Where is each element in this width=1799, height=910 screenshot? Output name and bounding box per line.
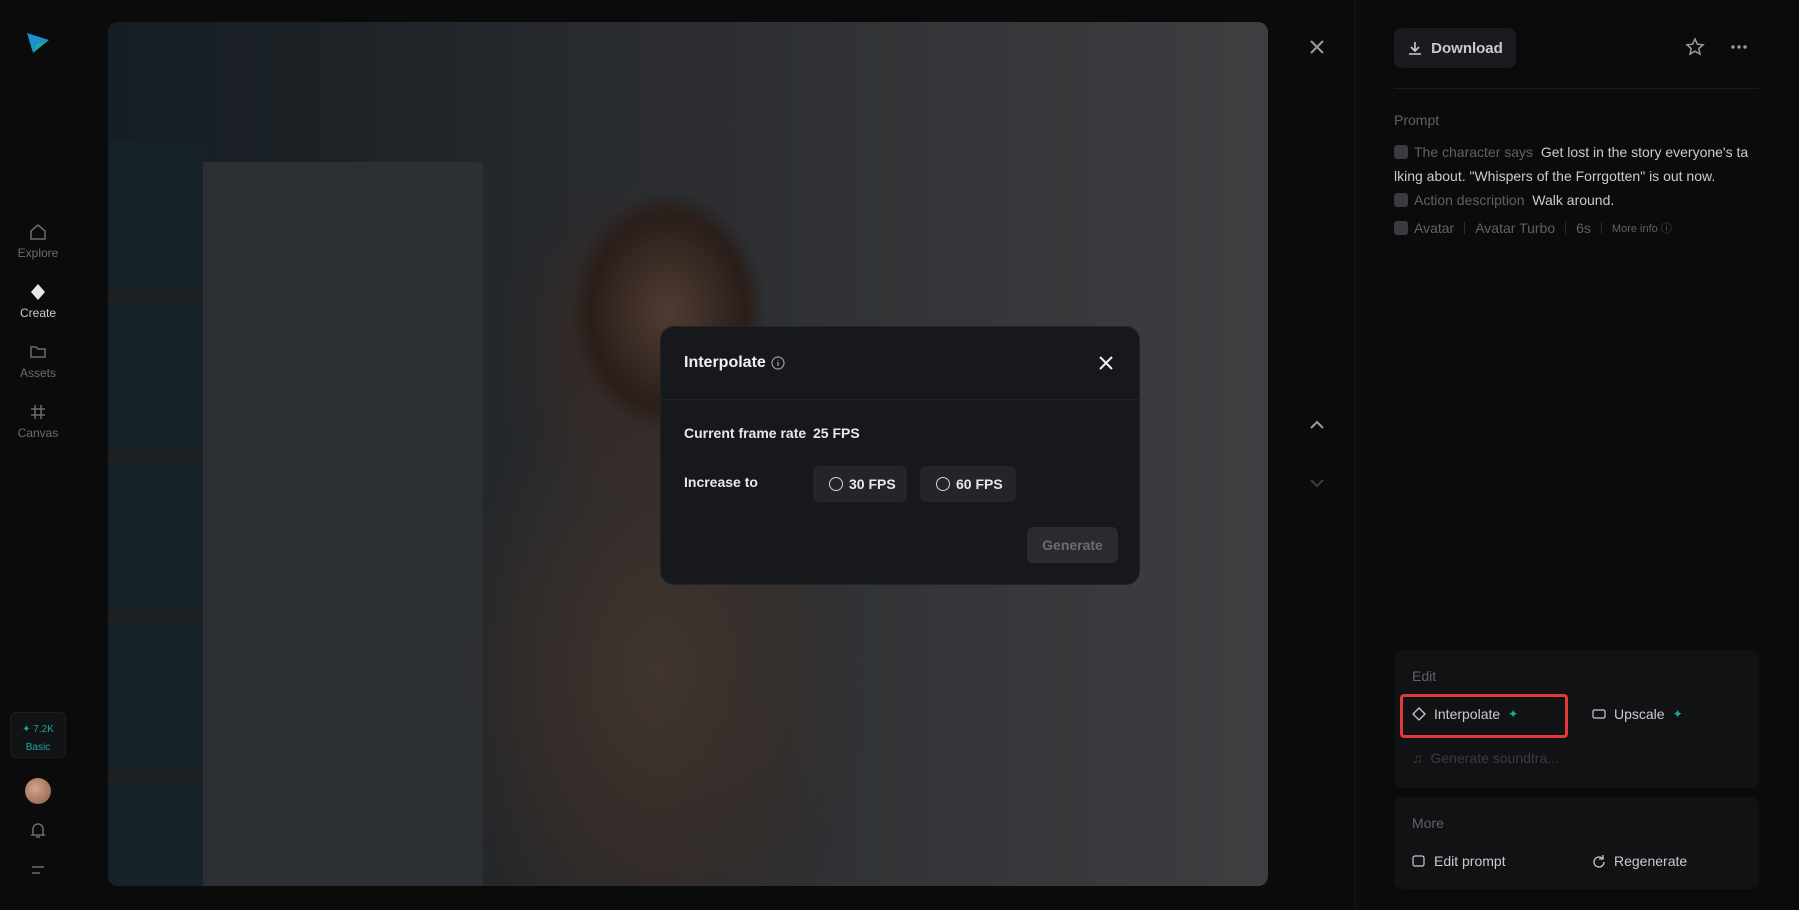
nav-assets[interactable]: Assets: [0, 342, 76, 380]
chevron-down-icon[interactable]: [1306, 472, 1328, 494]
meta-separator: [1464, 222, 1466, 234]
sparkle-icon: ✦: [1508, 707, 1519, 721]
character-says-tag: The character says: [1414, 144, 1534, 160]
edit-card: Edit Interpolate ✦ Upscale ✦ ♫ Generate …: [1394, 650, 1759, 788]
nav-assets-label: Assets: [19, 366, 56, 380]
generate-button[interactable]: Generate: [1027, 527, 1118, 563]
nav-canvas[interactable]: Canvas: [0, 402, 76, 440]
interpolate-button[interactable]: Interpolate ✦: [1412, 706, 1518, 722]
interpolate-modal: Interpolate Current frame rate 25 FPS In…: [660, 326, 1140, 585]
more-info-link[interactable]: More info ⓘ: [1612, 220, 1672, 236]
regenerate-button[interactable]: Regenerate: [1592, 853, 1687, 869]
current-frame-rate-value: 25 FPS: [813, 425, 860, 441]
bell-icon[interactable]: [28, 820, 48, 840]
app-root: Explore Create Assets Canvas ✦ 7.2K Basi…: [0, 0, 1799, 910]
action-text: Walk around.: [1532, 192, 1615, 208]
nav-create-label: Create: [19, 306, 57, 320]
radio-icon: [829, 477, 843, 491]
increase-to-label: Increase to: [684, 474, 758, 490]
prompt-body: The character says Get lost in the story…: [1394, 140, 1764, 212]
close-viewer-icon[interactable]: [1306, 36, 1328, 58]
menu-icon[interactable]: [28, 860, 48, 880]
details-panel: Download Prompt The character says Get l…: [1376, 0, 1799, 910]
nav-explore[interactable]: Explore: [0, 222, 76, 260]
fps-option-60[interactable]: 60 FPS: [920, 466, 1016, 502]
nav-explore-label: Explore: [17, 246, 59, 260]
duration: 6s: [1576, 220, 1591, 236]
model-variant: Avatar Turbo: [1475, 220, 1556, 236]
avatar[interactable]: [25, 778, 51, 804]
current-frame-rate-label: Current frame rate: [684, 425, 807, 441]
credits-amount: ✦ 7.2K: [22, 724, 54, 735]
generate-soundtrack-label: Generate soundtra...: [1430, 750, 1559, 766]
radio-icon: [936, 477, 950, 491]
more-title: More: [1412, 815, 1444, 831]
edit-prompt-button[interactable]: Edit prompt: [1412, 853, 1506, 869]
credits-badge[interactable]: ✦ 7.2K Basic: [10, 712, 66, 758]
generate-soundtrack-button[interactable]: ♫ Generate soundtra...: [1412, 750, 1559, 766]
refresh-icon: [1592, 854, 1606, 868]
model-icon: [1394, 221, 1408, 235]
chevron-up-icon[interactable]: [1306, 414, 1328, 436]
home-icon: [28, 222, 48, 242]
model-info: Avatar: [1394, 220, 1454, 236]
hd-icon: [1592, 707, 1606, 721]
character-says-icon: [1394, 145, 1408, 159]
edit-title: Edit: [1412, 668, 1437, 684]
logo-icon[interactable]: [24, 28, 52, 56]
fps-option-30[interactable]: 30 FPS: [813, 466, 907, 502]
diamond-icon: [28, 282, 48, 302]
prompt-label: Prompt: [1394, 112, 1440, 128]
download-label: Download: [1431, 39, 1503, 57]
sparkle-icon: ✦: [1672, 707, 1683, 721]
prompt-meta: Avatar Avatar Turbo 6s More info ⓘ: [1394, 220, 1672, 236]
action-tag: Action description: [1414, 192, 1525, 208]
interpolate-icon: [1412, 707, 1426, 721]
folder-icon: [28, 342, 48, 362]
music-icon: ♫: [1412, 750, 1423, 766]
edit-icon: [1412, 854, 1426, 868]
regenerate-label: Regenerate: [1614, 853, 1688, 869]
meta-separator: [1565, 222, 1567, 234]
upscale-label: Upscale: [1614, 706, 1665, 722]
download-icon: [1407, 40, 1423, 56]
fps-option-label: 60 FPS: [956, 476, 1003, 492]
info-icon[interactable]: [770, 355, 786, 371]
hash-icon: [28, 402, 48, 422]
star-icon[interactable]: [1684, 36, 1706, 58]
more-options-icon[interactable]: [1728, 36, 1750, 58]
panel-divider: [1355, 0, 1356, 910]
more-card: More Edit prompt Regenerate: [1394, 797, 1759, 889]
modal-divider: [661, 399, 1139, 400]
upscale-button[interactable]: Upscale ✦: [1592, 706, 1683, 722]
edit-prompt-label: Edit prompt: [1434, 853, 1506, 869]
more-info-label: More info: [1611, 223, 1658, 235]
download-button[interactable]: Download: [1394, 28, 1516, 68]
modal-close-icon[interactable]: [1096, 353, 1116, 373]
nav-create[interactable]: Create: [0, 282, 76, 320]
action-icon: [1394, 193, 1408, 207]
plan-label: Basic: [25, 742, 51, 753]
modal-title: Interpolate: [684, 354, 766, 371]
left-nav: Explore Create Assets Canvas ✦ 7.2K Basi…: [0, 0, 76, 910]
header-divider: [1394, 88, 1759, 89]
nav-canvas-label: Canvas: [17, 426, 59, 440]
meta-separator: [1600, 222, 1602, 234]
fps-option-label: 30 FPS: [849, 476, 896, 492]
model-name: Avatar: [1414, 220, 1455, 236]
interpolate-label: Interpolate: [1434, 706, 1501, 722]
